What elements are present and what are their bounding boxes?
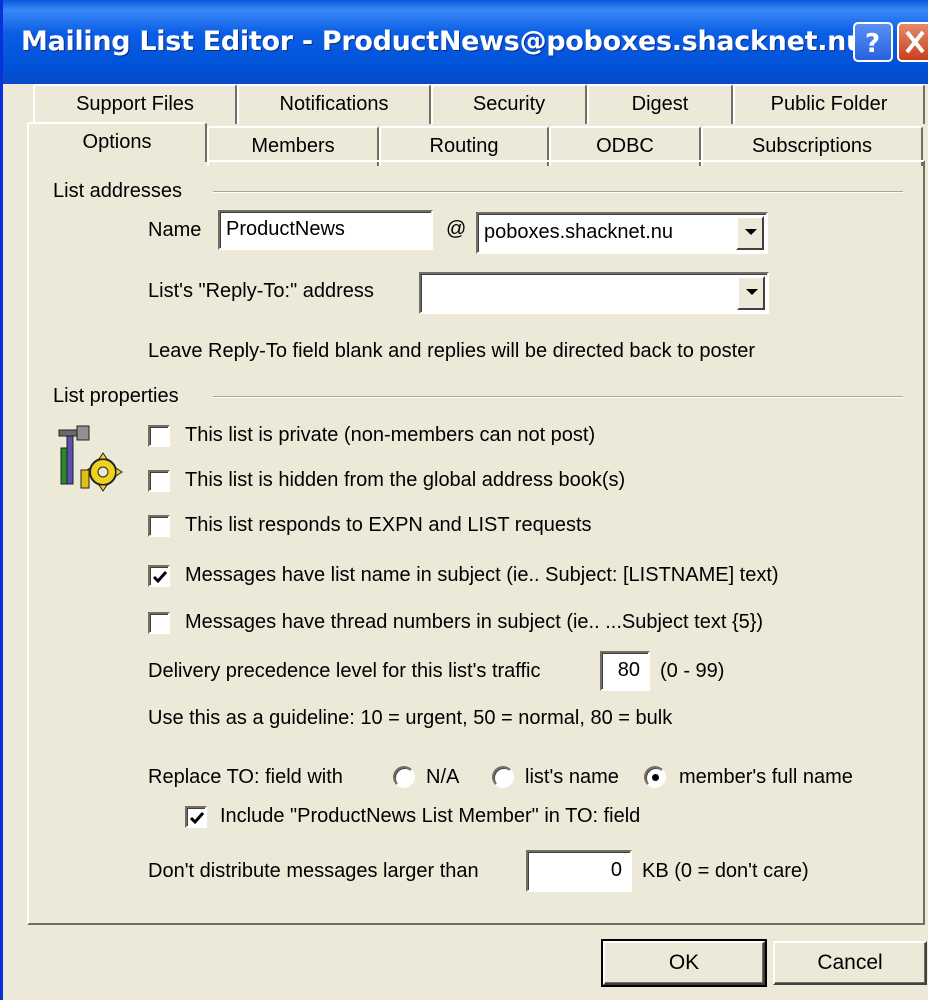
close-button[interactable] (897, 22, 928, 62)
reply-to-label: List's "Reply-To:" address (148, 280, 374, 302)
close-icon (905, 30, 925, 54)
replace-to-member-name-label: member's full name (679, 766, 853, 788)
chevron-down-icon[interactable] (737, 276, 765, 310)
tab-digest[interactable]: Digest (587, 84, 733, 124)
window-title: Mailing List Editor - ProductNews@poboxe… (21, 26, 866, 57)
help-button[interactable]: ? (853, 22, 893, 62)
name-label: Name (148, 219, 202, 241)
tab-options[interactable]: Options (27, 122, 207, 162)
cancel-button[interactable]: Cancel (773, 941, 927, 985)
domain-select[interactable]: poboxes.shacknet.nu (476, 212, 768, 254)
replace-to-na-label: N/A (426, 766, 460, 788)
hidden-list-label: This list is hidden from the global addr… (185, 469, 626, 491)
include-to-field-checkbox[interactable] (185, 806, 207, 828)
expn-checkbox[interactable] (148, 515, 170, 537)
name-input[interactable]: ProductNews (218, 210, 433, 250)
checkmark-icon (152, 571, 168, 584)
private-list-checkbox[interactable] (148, 425, 170, 447)
thread-numbers-checkbox[interactable] (148, 612, 170, 634)
size-limit-input[interactable]: 0 (526, 850, 632, 892)
tab-public-folder[interactable]: Public Folder (733, 84, 925, 124)
svg-text:?: ? (865, 29, 880, 59)
at-sign: @ (446, 218, 467, 240)
radio-selected-dot (652, 774, 659, 781)
replace-to-list-name-radio[interactable] (492, 766, 514, 788)
title-bar[interactable]: Mailing List Editor - ProductNews@poboxe… (3, 0, 928, 84)
thread-numbers-label: Messages have thread numbers in subject … (185, 611, 764, 633)
reply-to-select[interactable] (419, 272, 769, 314)
replace-to-member-name-radio[interactable] (644, 766, 666, 788)
size-limit-unit: KB (0 = don't care) (642, 860, 809, 882)
precedence-range: (0 - 99) (660, 660, 725, 682)
reply-to-hint: Leave Reply-To field blank and replies w… (148, 340, 756, 362)
include-to-field-label: Include "ProductNews List Member" in TO:… (220, 805, 641, 827)
chevron-down-icon[interactable] (736, 216, 764, 250)
replace-to-list-name-label: list's name (525, 766, 619, 788)
help-icon: ? (865, 29, 880, 59)
group-divider (213, 191, 903, 193)
replace-to-na-radio[interactable] (393, 766, 415, 788)
ok-button[interactable]: OK (601, 939, 767, 987)
size-limit-label: Don't distribute messages larger than (148, 860, 479, 882)
hidden-list-checkbox[interactable] (148, 470, 170, 492)
list-addresses-group-label: List addresses (53, 180, 182, 202)
group-divider (213, 396, 903, 398)
dialog-window: Mailing List Editor - ProductNews@poboxe… (0, 0, 928, 1000)
list-properties-group-label: List properties (53, 385, 179, 407)
list-name-subject-checkbox[interactable] (148, 565, 170, 587)
replace-to-label: Replace TO: field with (148, 766, 343, 788)
tools-gear-icon (58, 425, 123, 492)
expn-label: This list responds to EXPN and LIST requ… (185, 514, 592, 536)
private-list-label: This list is private (non-members can no… (185, 424, 596, 446)
tab-security[interactable]: Security (431, 84, 587, 124)
precedence-input[interactable]: 80 (600, 651, 650, 691)
precedence-label: Delivery precedence level for this list'… (148, 660, 541, 682)
guideline-text: Use this as a guideline: 10 = urgent, 50… (148, 707, 673, 729)
list-name-subject-label: Messages have list name in subject (ie..… (185, 564, 779, 586)
tab-notifications[interactable]: Notifications (237, 84, 431, 124)
tab-support-files[interactable]: Support Files (33, 84, 237, 124)
checkmark-icon (189, 812, 205, 825)
